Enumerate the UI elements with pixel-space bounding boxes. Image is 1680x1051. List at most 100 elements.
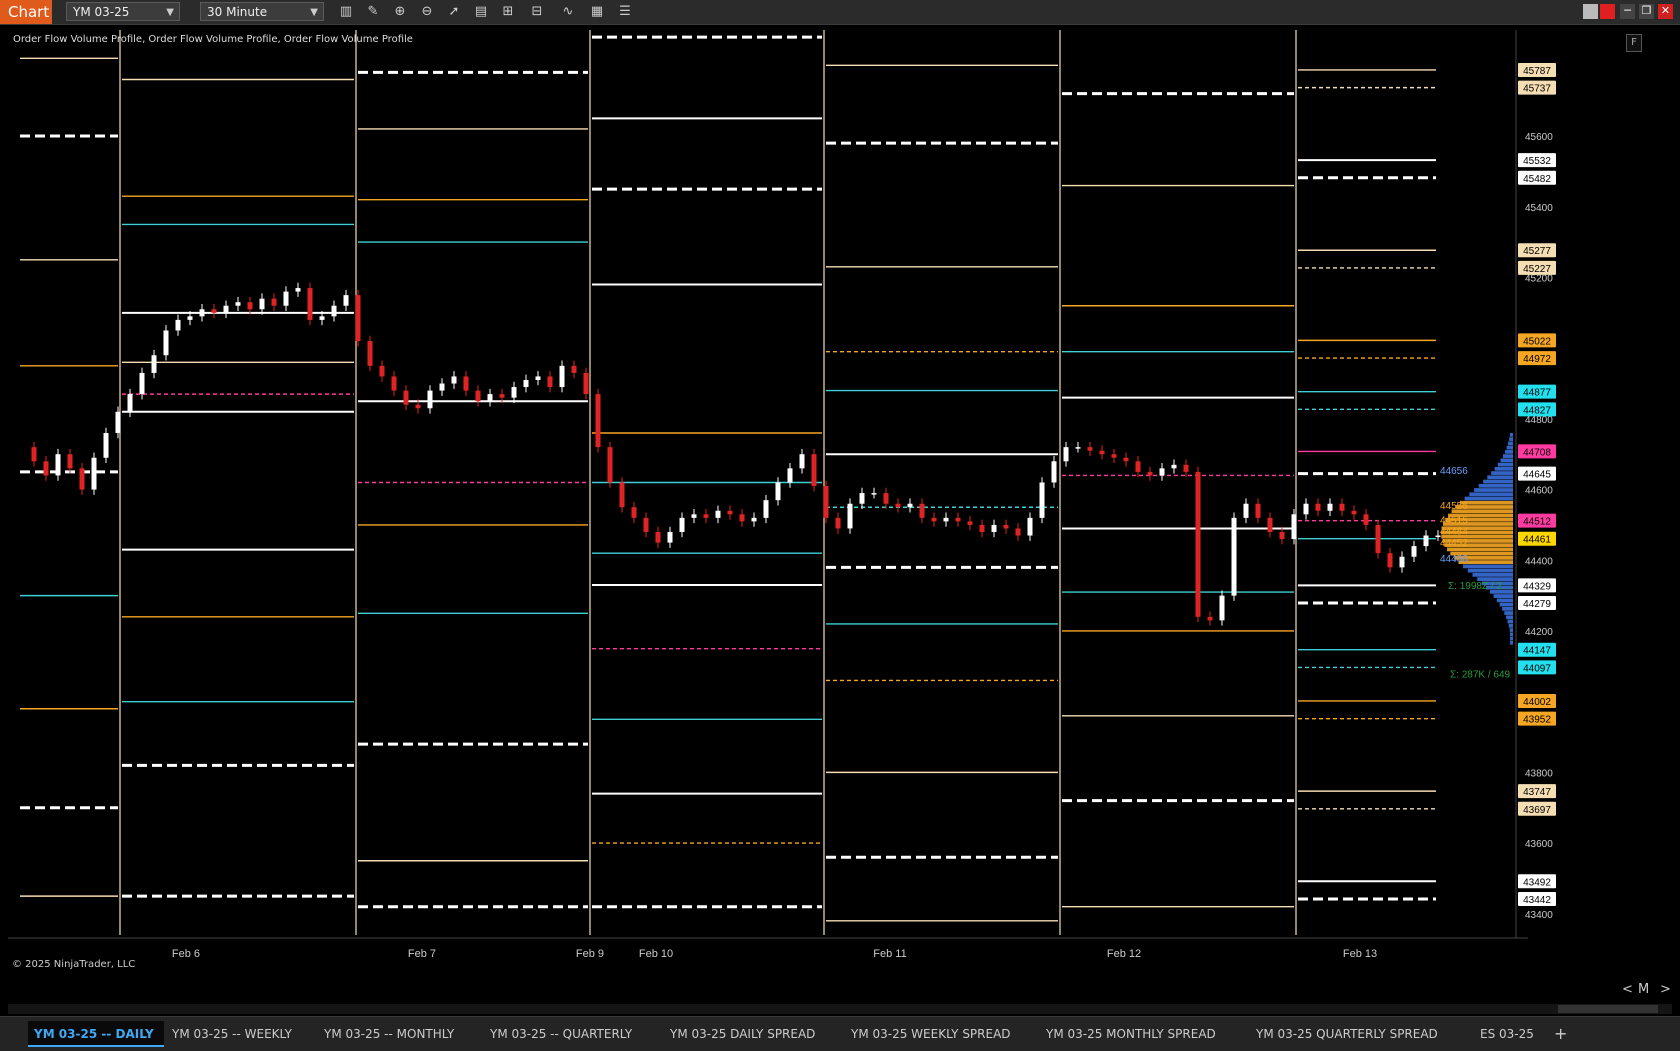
candle-body	[991, 524, 997, 532]
candle-body	[1411, 546, 1417, 557]
candle-body	[631, 507, 637, 518]
restore-icon[interactable]: ❐	[1639, 4, 1654, 19]
add-tab-button[interactable]: +	[1548, 1021, 1573, 1047]
candle-body	[931, 517, 937, 522]
volume-profile-bar	[1508, 623, 1513, 628]
candle-body	[1171, 464, 1177, 469]
pencil-icon[interactable]: ✎	[363, 3, 383, 21]
f-button[interactable]: F	[1626, 34, 1642, 52]
candle-body	[391, 376, 397, 391]
candle-body	[679, 517, 685, 532]
volume-profile-bar	[1504, 449, 1513, 454]
candle-body	[427, 390, 433, 409]
tab-ym-monthly[interactable]: YM 03-25 -- MONTHLY	[318, 1021, 460, 1047]
y-axis-tick-label: 45600	[1525, 132, 1553, 143]
profile-price-label: 44452	[1440, 538, 1468, 549]
candle-body	[307, 288, 313, 320]
list-icon[interactable]: ☰	[615, 3, 635, 21]
candle-body	[595, 394, 601, 448]
volume-profile-bar	[1463, 564, 1513, 569]
cursor-icon[interactable]: ➚	[444, 3, 464, 21]
candle-body	[475, 390, 481, 402]
price-badge-label: 44827	[1523, 405, 1551, 416]
chart-app-tab[interactable]: Chart	[0, 0, 52, 24]
volume-profile-bar	[1494, 466, 1513, 471]
candle-body	[859, 493, 865, 504]
candle-body	[151, 355, 157, 373]
candle-body	[907, 503, 913, 508]
volume-total-label: Σ: 1998Z / 2…	[1448, 581, 1512, 592]
price-badge-label: 44512	[1523, 517, 1551, 528]
color-swatch-icon[interactable]	[1583, 4, 1598, 19]
tab-es[interactable]: ES 03-25	[1474, 1021, 1540, 1047]
candle-body	[835, 517, 841, 529]
strategy-icon[interactable]: ⊟	[527, 3, 547, 21]
indicator-icon[interactable]: ∿	[558, 3, 578, 21]
candle-body	[763, 500, 769, 518]
candle-body	[187, 316, 193, 320]
volume-profile-bar	[1493, 594, 1513, 598]
zoom-mode-button[interactable]: M	[1638, 982, 1649, 997]
candle-body	[1051, 461, 1057, 483]
price-badge-label: 45482	[1523, 174, 1551, 185]
price-badge-label: 44279	[1523, 599, 1551, 610]
zoom-right-button[interactable]: >	[1660, 982, 1671, 997]
close-icon[interactable]: ✕	[1658, 4, 1673, 19]
candle-body	[571, 365, 577, 373]
candle-body	[871, 493, 877, 495]
x-axis-label: Feb 7	[408, 948, 436, 960]
candle-body	[799, 454, 805, 469]
candle-body	[703, 514, 709, 518]
candle-body	[1267, 517, 1273, 532]
volume-profile-bar	[1510, 636, 1513, 641]
price-badge-label: 45532	[1523, 156, 1551, 167]
tab-ym-quarterly-spread[interactable]: YM 03-25 QUARTERLY SPREAD	[1250, 1021, 1444, 1047]
instrument-value: YM 03-25	[73, 5, 130, 19]
tab-ym-monthly-spread[interactable]: YM 03-25 MONTHLY SPREAD	[1040, 1021, 1222, 1047]
candle-body	[1231, 517, 1237, 596]
candle-body	[523, 379, 529, 388]
calculator-icon[interactable]: ▦	[587, 3, 607, 21]
tab-ym-quarterly[interactable]: YM 03-25 -- QUARTERLY	[484, 1021, 638, 1047]
profile-price-label: 44406	[1440, 554, 1468, 565]
candle-body	[535, 376, 541, 380]
zoom-in-icon[interactable]: ⊕	[390, 3, 410, 21]
template-icon[interactable]: ⊞	[498, 3, 518, 21]
properties-icon[interactable]: ▤	[471, 3, 491, 21]
tab-ym-weekly[interactable]: YM 03-25 -- WEEKLY	[166, 1021, 298, 1047]
candle-body	[775, 482, 781, 501]
candle-body	[655, 531, 661, 543]
tab-ym-weekly-spread[interactable]: YM 03-25 WEEKLY SPREAD	[845, 1021, 1017, 1047]
price-badge-label: 44002	[1523, 697, 1551, 708]
link-color-icon[interactable]	[1600, 4, 1615, 19]
volume-profile-bar	[1499, 602, 1513, 607]
candle-body	[1003, 524, 1009, 529]
price-badge-label: 44329	[1523, 581, 1551, 592]
candle-body	[955, 517, 961, 522]
candle-body	[127, 394, 133, 412]
instrument-select[interactable]: YM 03-25 ▼	[66, 2, 180, 21]
scrollbar-thumb[interactable]	[1558, 1005, 1658, 1013]
candle-body	[451, 376, 457, 384]
zoom-out-icon[interactable]: ⊖	[417, 3, 437, 21]
candle-body	[91, 457, 97, 490]
candle-body	[1339, 503, 1345, 511]
candle-body	[1399, 556, 1405, 568]
tab-ym-daily-spread[interactable]: YM 03-25 DAILY SPREAD	[664, 1021, 821, 1047]
candle-body	[547, 376, 553, 388]
candle-body	[619, 482, 625, 508]
candle-body	[199, 309, 205, 317]
bars-icon[interactable]: ▥	[336, 3, 356, 21]
price-chart[interactable]: Feb 6 Feb 7 Feb 9 Feb 10 Feb 11 Feb 12 Feb 13 4…	[8, 30, 1628, 977]
candle-body	[643, 517, 649, 532]
zoom-left-button[interactable]: <	[1622, 982, 1633, 997]
candle-body	[79, 468, 85, 490]
tab-ym-daily[interactable]: YM 03-25 -- DAILY	[28, 1021, 164, 1047]
x-axis-label: Feb 10	[639, 948, 673, 960]
volume-profile-bar	[1510, 632, 1513, 637]
minimize-icon[interactable]: ─	[1620, 4, 1635, 19]
candle-body	[31, 447, 37, 462]
timeframe-select[interactable]: 30 Minute ▼	[200, 2, 324, 21]
volume-profile-bar	[1509, 628, 1513, 632]
horizontal-scrollbar[interactable]	[8, 1004, 1672, 1014]
